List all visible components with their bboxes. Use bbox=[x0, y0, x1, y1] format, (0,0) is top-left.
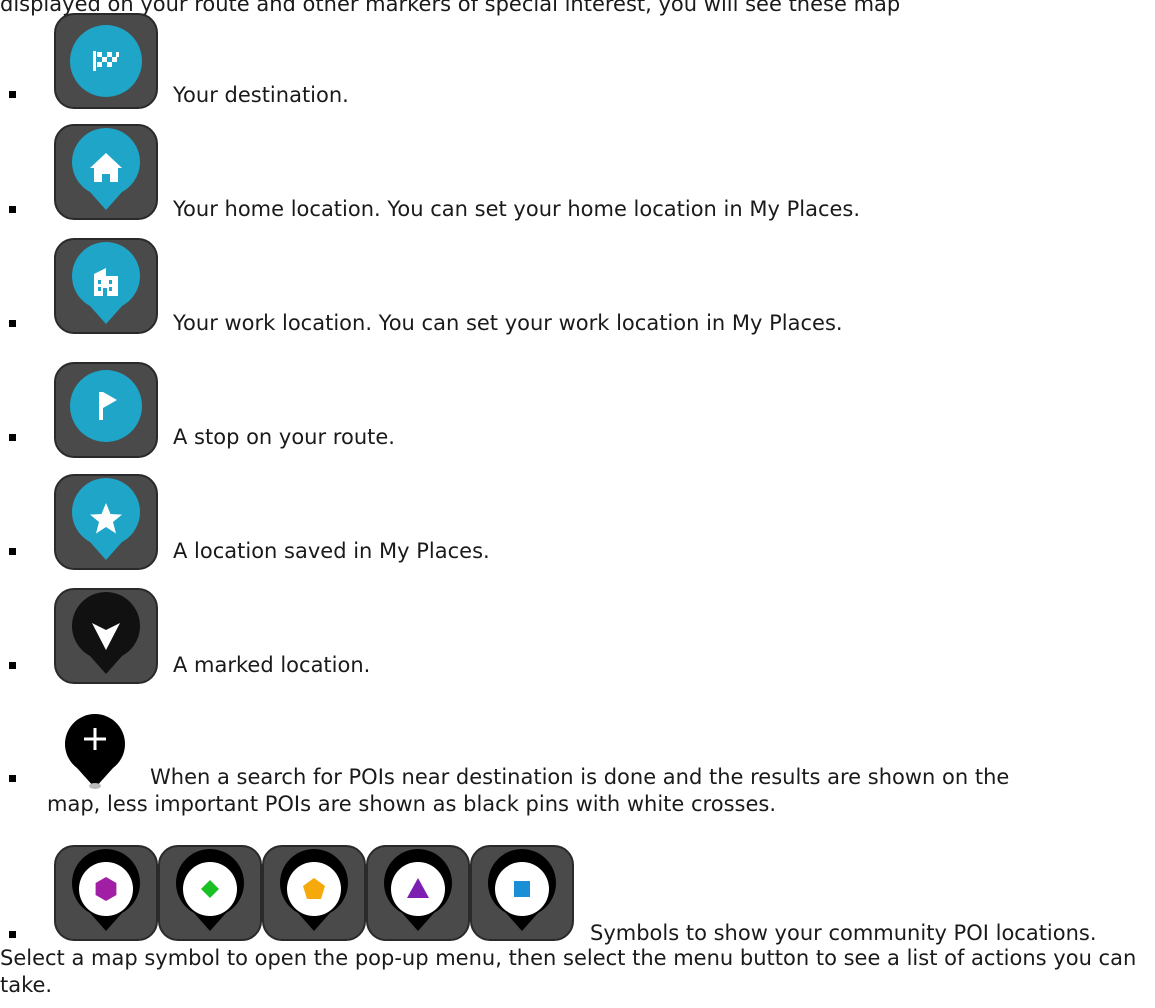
bullet bbox=[9, 206, 16, 213]
work-building-icon bbox=[54, 238, 158, 334]
item-label: Your work location. You can set your wor… bbox=[173, 311, 843, 335]
plus-pin-icon bbox=[55, 708, 135, 794]
item-label: A stop on your route. bbox=[173, 425, 395, 449]
item-label: map, less important POIs are shown as bl… bbox=[47, 792, 776, 816]
marked-location-icon bbox=[54, 588, 158, 684]
home-icon bbox=[54, 124, 158, 220]
bullet bbox=[9, 931, 16, 938]
item-label: Your destination. bbox=[173, 83, 349, 107]
item-label: Symbols to show your community POI locat… bbox=[590, 921, 1097, 945]
bullet bbox=[9, 662, 16, 669]
bullet bbox=[9, 548, 16, 555]
pentagon-pin-icon bbox=[262, 845, 366, 941]
diamond-pin-icon bbox=[158, 845, 262, 941]
item-label: A location saved in My Places. bbox=[173, 539, 490, 563]
item-label: When a search for POIs near destination … bbox=[150, 765, 1010, 789]
triangle-pin-icon bbox=[366, 845, 470, 941]
bullet bbox=[9, 91, 16, 98]
stop-flag-icon bbox=[54, 362, 158, 458]
bullet bbox=[9, 775, 16, 782]
star-icon bbox=[54, 474, 158, 570]
destination-flag-icon bbox=[54, 13, 158, 109]
bullet bbox=[9, 434, 16, 441]
hexagon-pin-icon bbox=[54, 845, 158, 941]
square-pin-icon bbox=[470, 845, 574, 941]
closing-paragraph: Select a map symbol to open the pop-up m… bbox=[0, 946, 1137, 997]
item-label: A marked location. bbox=[173, 653, 371, 677]
item-label: Your home location. You can set your hom… bbox=[173, 197, 861, 221]
bullet bbox=[9, 320, 16, 327]
